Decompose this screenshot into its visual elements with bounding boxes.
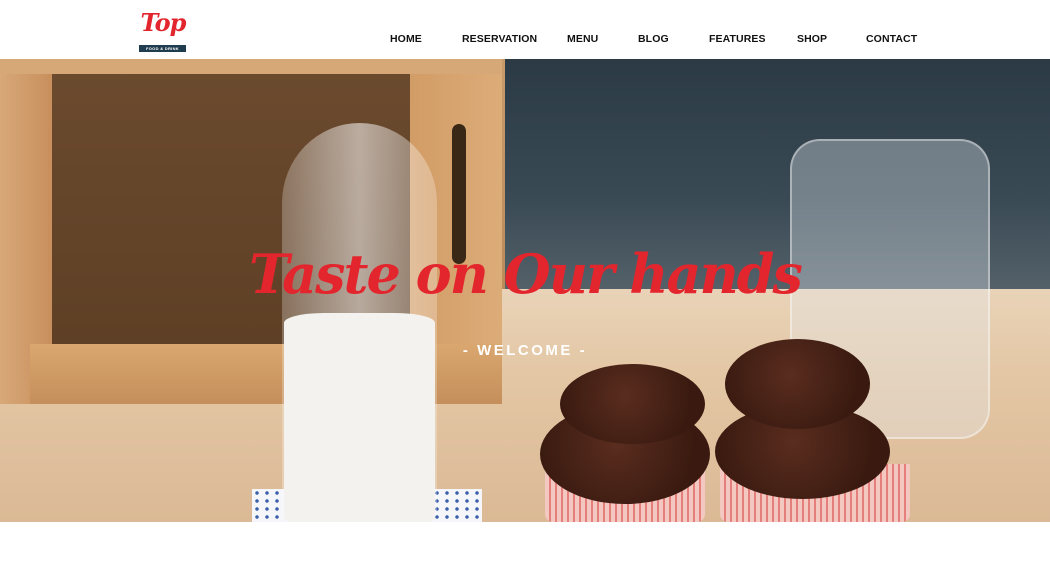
- nav-item-blog[interactable]: BLOG: [638, 33, 669, 45]
- hero-banner: Taste on Our hands - WELCOME -: [0, 59, 1050, 522]
- content-area: [0, 522, 1050, 570]
- nav-item-features[interactable]: FEATURES: [709, 33, 766, 45]
- nav-item-shop[interactable]: SHOP: [797, 33, 827, 45]
- nav-item-home[interactable]: HOME: [390, 33, 422, 45]
- nav-item-menu[interactable]: MENU: [567, 33, 598, 45]
- site-header: Top FOOD & DRINK HOME RESERVATION MENU B…: [0, 0, 1050, 59]
- milk-bottle-image: [282, 123, 437, 522]
- main-navigation: HOME RESERVATION MENU BLOG FEATURES SHOP…: [0, 33, 1050, 47]
- nav-item-contact[interactable]: CONTACT: [866, 33, 917, 45]
- hero-title: Taste on Our hands: [249, 242, 803, 306]
- hero-welcome-text: - WELCOME -: [462, 342, 588, 359]
- nav-item-reservation[interactable]: RESERVATION: [462, 33, 537, 45]
- brand-logo[interactable]: Top FOOD & DRINK: [138, 10, 188, 54]
